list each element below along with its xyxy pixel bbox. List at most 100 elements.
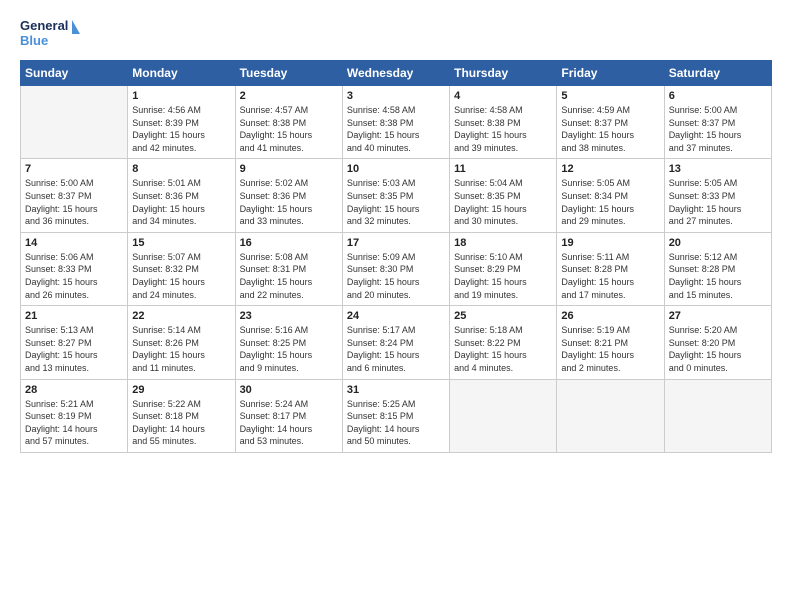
- day-number: 10: [347, 163, 445, 175]
- day-cell: 4Sunrise: 4:58 AM Sunset: 8:38 PM Daylig…: [450, 86, 557, 159]
- day-cell: 19Sunrise: 5:11 AM Sunset: 8:28 PM Dayli…: [557, 232, 664, 305]
- day-number: 26: [561, 310, 659, 322]
- day-number: 18: [454, 237, 552, 249]
- day-number: 19: [561, 237, 659, 249]
- svg-text:General: General: [20, 18, 68, 33]
- day-info: Sunrise: 5:16 AM Sunset: 8:25 PM Dayligh…: [240, 324, 338, 374]
- day-cell: 13 Sunrise: 5:05 AM Sunset: 8:33 PM Dayli…: [664, 159, 771, 232]
- day-cell: 2 Sunrise: 4:57 AM Sunset: 8:38 PM Daylig…: [235, 86, 342, 159]
- day-cell: 7Sunrise: 5:00 AM Sunset: 8:37 PM Daylig…: [21, 159, 128, 232]
- day-cell: 22 Sunrise: 5:14 AM Sunset: 8:26 PM Dayli…: [128, 306, 235, 379]
- day-info: Sunrise: 5:19 AM Sunset: 8:21 PM Dayligh…: [561, 324, 659, 374]
- day-info: Sunrise: 4:58 AM Sunset: 8:38 PM Dayligh…: [454, 104, 552, 154]
- day-info: Sunrise: 5:14 AM Sunset: 8:26 PM Dayligh…: [132, 324, 230, 374]
- logo-svg: General Blue: [20, 16, 80, 52]
- day-info: Sunrise: 4:59 AM Sunset: 8:37 PM Dayligh…: [561, 104, 659, 154]
- day-number: 29: [132, 384, 230, 396]
- day-cell: 11 Sunrise: 5:04 AM Sunset: 8:35 PM Dayli…: [450, 159, 557, 232]
- day-info: Sunrise: 5:03 AM Sunset: 8:35 PM Dayligh…: [347, 177, 445, 227]
- header-cell-thursday: Thursday: [450, 61, 557, 86]
- day-number: 27: [669, 310, 767, 322]
- day-number: 16: [240, 237, 338, 249]
- day-number: 9: [240, 163, 338, 175]
- day-number: 15: [132, 237, 230, 249]
- day-number: 3: [347, 90, 445, 102]
- day-cell: 17 Sunrise: 5:09 AM Sunset: 8:30 PM Dayli…: [342, 232, 449, 305]
- day-number: 14: [25, 237, 123, 249]
- day-info: Sunrise: 5:00 AM Sunset: 8:37 PM Dayligh…: [669, 104, 767, 154]
- day-info: Sunrise: 5:17 AM Sunset: 8:24 PM Dayligh…: [347, 324, 445, 374]
- day-info: Sunrise: 5:24 AM Sunset: 8:17 PM Dayligh…: [240, 398, 338, 448]
- day-info: Sunrise: 5:08 AM Sunset: 8:31 PM Dayligh…: [240, 251, 338, 301]
- day-cell: 15 Sunrise: 5:07 AM Sunset: 8:32 PM Dayli…: [128, 232, 235, 305]
- day-info: Sunrise: 5:00 AM Sunset: 8:37 PM Dayligh…: [25, 177, 123, 227]
- day-cell: 8Sunrise: 5:01 AM Sunset: 8:36 PM Daylig…: [128, 159, 235, 232]
- day-number: 30: [240, 384, 338, 396]
- day-number: 12: [561, 163, 659, 175]
- day-number: 6: [669, 90, 767, 102]
- day-cell: 30 Sunrise: 5:24 AM Sunset: 8:17 PM Dayli…: [235, 379, 342, 452]
- day-number: 2: [240, 90, 338, 102]
- day-info: Sunrise: 5:04 AM Sunset: 8:35 PM Dayligh…: [454, 177, 552, 227]
- day-info: Sunrise: 5:07 AM Sunset: 8:32 PM Dayligh…: [132, 251, 230, 301]
- week-row-5: 28 Sunrise: 5:21 AM Sunset: 8:19 PM Dayli…: [21, 379, 772, 452]
- day-info: Sunrise: 5:09 AM Sunset: 8:30 PM Dayligh…: [347, 251, 445, 301]
- day-info: Sunrise: 5:05 AM Sunset: 8:33 PM Dayligh…: [669, 177, 767, 227]
- day-cell: 23 Sunrise: 5:16 AM Sunset: 8:25 PM Dayli…: [235, 306, 342, 379]
- day-info: Sunrise: 5:25 AM Sunset: 8:15 PM Dayligh…: [347, 398, 445, 448]
- logo: General Blue: [20, 16, 80, 52]
- day-cell: 16 Sunrise: 5:08 AM Sunset: 8:31 PM Dayli…: [235, 232, 342, 305]
- page: General Blue SundayMondayTuesdayWednesda…: [0, 0, 792, 463]
- day-info: Sunrise: 5:06 AM Sunset: 8:33 PM Dayligh…: [25, 251, 123, 301]
- day-cell: 9 Sunrise: 5:02 AM Sunset: 8:36 PM Daylig…: [235, 159, 342, 232]
- header-cell-tuesday: Tuesday: [235, 61, 342, 86]
- day-cell: 25Sunrise: 5:18 AM Sunset: 8:22 PM Dayli…: [450, 306, 557, 379]
- day-cell: 20Sunrise: 5:12 AM Sunset: 8:28 PM Dayli…: [664, 232, 771, 305]
- day-cell: 27 Sunrise: 5:20 AM Sunset: 8:20 PM Dayli…: [664, 306, 771, 379]
- day-number: 11: [454, 163, 552, 175]
- day-cell: 14 Sunrise: 5:06 AM Sunset: 8:33 PM Dayli…: [21, 232, 128, 305]
- header-cell-friday: Friday: [557, 61, 664, 86]
- day-number: 25: [454, 310, 552, 322]
- day-cell: 26 Sunrise: 5:19 AM Sunset: 8:21 PM Dayli…: [557, 306, 664, 379]
- day-info: Sunrise: 5:13 AM Sunset: 8:27 PM Dayligh…: [25, 324, 123, 374]
- header: General Blue: [20, 16, 772, 52]
- day-cell: 1Sunrise: 4:56 AM Sunset: 8:39 PM Daylig…: [128, 86, 235, 159]
- day-number: 22: [132, 310, 230, 322]
- day-info: Sunrise: 5:05 AM Sunset: 8:34 PM Dayligh…: [561, 177, 659, 227]
- day-number: 13: [669, 163, 767, 175]
- day-number: 28: [25, 384, 123, 396]
- svg-text:Blue: Blue: [20, 33, 48, 48]
- day-info: Sunrise: 4:56 AM Sunset: 8:39 PM Dayligh…: [132, 104, 230, 154]
- week-row-2: 7Sunrise: 5:00 AM Sunset: 8:37 PM Daylig…: [21, 159, 772, 232]
- day-info: Sunrise: 4:57 AM Sunset: 8:38 PM Dayligh…: [240, 104, 338, 154]
- day-cell: 18 Sunrise: 5:10 AM Sunset: 8:29 PM Dayli…: [450, 232, 557, 305]
- day-info: Sunrise: 5:20 AM Sunset: 8:20 PM Dayligh…: [669, 324, 767, 374]
- day-cell: 5 Sunrise: 4:59 AM Sunset: 8:37 PM Daylig…: [557, 86, 664, 159]
- week-row-3: 14 Sunrise: 5:06 AM Sunset: 8:33 PM Dayli…: [21, 232, 772, 305]
- week-row-4: 21Sunrise: 5:13 AM Sunset: 8:27 PM Dayli…: [21, 306, 772, 379]
- day-cell: 12 Sunrise: 5:05 AM Sunset: 8:34 PM Dayli…: [557, 159, 664, 232]
- day-cell: 21Sunrise: 5:13 AM Sunset: 8:27 PM Dayli…: [21, 306, 128, 379]
- day-cell: [557, 379, 664, 452]
- day-cell: 10 Sunrise: 5:03 AM Sunset: 8:35 PM Dayli…: [342, 159, 449, 232]
- day-info: Sunrise: 5:10 AM Sunset: 8:29 PM Dayligh…: [454, 251, 552, 301]
- day-number: 17: [347, 237, 445, 249]
- day-cell: [450, 379, 557, 452]
- day-cell: 3 Sunrise: 4:58 AM Sunset: 8:38 PM Daylig…: [342, 86, 449, 159]
- day-info: Sunrise: 5:12 AM Sunset: 8:28 PM Dayligh…: [669, 251, 767, 301]
- day-cell: 29 Sunrise: 5:22 AM Sunset: 8:18 PM Dayli…: [128, 379, 235, 452]
- day-info: Sunrise: 5:02 AM Sunset: 8:36 PM Dayligh…: [240, 177, 338, 227]
- day-number: 5: [561, 90, 659, 102]
- day-info: Sunrise: 5:21 AM Sunset: 8:19 PM Dayligh…: [25, 398, 123, 448]
- header-cell-saturday: Saturday: [664, 61, 771, 86]
- day-info: Sunrise: 4:58 AM Sunset: 8:38 PM Dayligh…: [347, 104, 445, 154]
- header-cell-wednesday: Wednesday: [342, 61, 449, 86]
- day-info: Sunrise: 5:01 AM Sunset: 8:36 PM Dayligh…: [132, 177, 230, 227]
- day-cell: 24 Sunrise: 5:17 AM Sunset: 8:24 PM Dayli…: [342, 306, 449, 379]
- day-info: Sunrise: 5:22 AM Sunset: 8:18 PM Dayligh…: [132, 398, 230, 448]
- day-number: 23: [240, 310, 338, 322]
- day-cell: 6 Sunrise: 5:00 AM Sunset: 8:37 PM Daylig…: [664, 86, 771, 159]
- day-number: 24: [347, 310, 445, 322]
- header-cell-monday: Monday: [128, 61, 235, 86]
